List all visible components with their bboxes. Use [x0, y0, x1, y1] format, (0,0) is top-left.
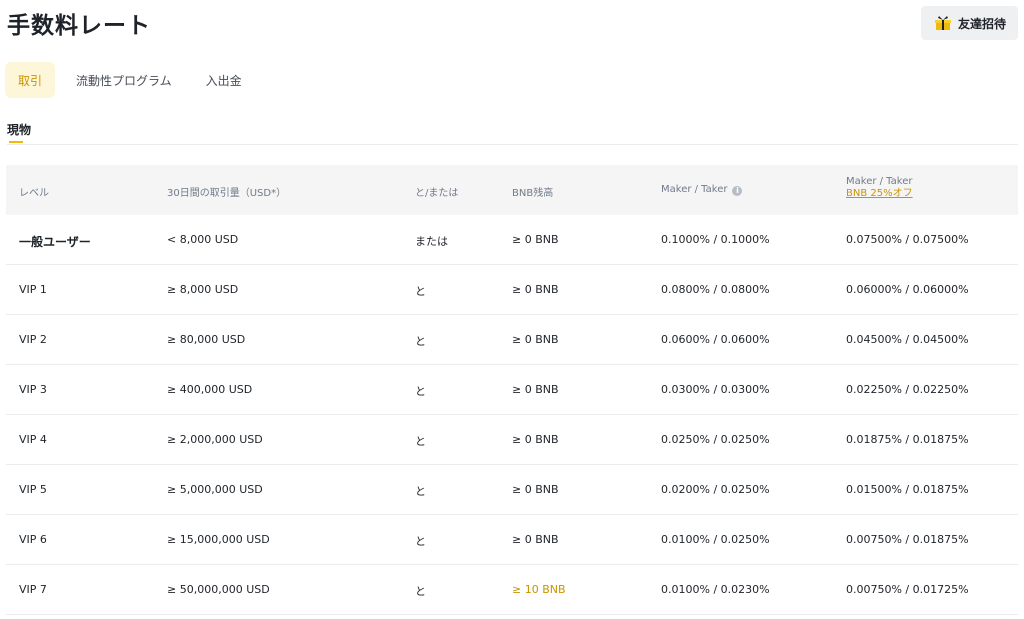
maker-taker-bnb-cell: 0.00750% / 0.01725% [846, 583, 969, 596]
table-row: VIP 3 ≥ 400,000 USD と ≥ 0 BNB 0.0300% / … [6, 365, 1018, 415]
level-cell: VIP 6 [19, 533, 47, 546]
maker-taker-cell: 0.0250% / 0.0250% [661, 433, 770, 446]
bnb-discount-link[interactable]: BNB 25%オフ [846, 188, 913, 200]
header-maker-taker-label: Maker / Taker [661, 184, 728, 195]
header-maker-taker-bnb: Maker / Taker BNB 25%オフ [846, 176, 913, 200]
volume-cell: < 8,000 USD [167, 233, 239, 246]
volume-cell: ≥ 2,000,000 USD [167, 433, 263, 446]
invite-friends-button[interactable]: 友達招待 [920, 6, 1018, 40]
and-or-cell: と [415, 335, 426, 348]
table-row: VIP 1 ≥ 8,000 USD と ≥ 0 BNB 0.0800% / 0.… [6, 265, 1018, 315]
bnb-cell: ≥ 10 BNB [512, 583, 566, 596]
table-row: VIP 4 ≥ 2,000,000 USD と ≥ 0 BNB 0.0250% … [6, 415, 1018, 465]
header-bnb-balance: BNB残高 [512, 188, 554, 199]
table-row: VIP 2 ≥ 80,000 USD と ≥ 0 BNB 0.0600% / 0… [6, 315, 1018, 365]
volume-cell: ≥ 8,000 USD [167, 283, 239, 296]
level-cell: VIP 5 [19, 483, 47, 496]
volume-cell: ≥ 80,000 USD [167, 333, 246, 346]
fee-table: レベル 30日間の取引量（USD*） と/または BNB残高 Maker / T… [6, 165, 1018, 615]
level-cell: 一般ユーザー [19, 235, 91, 249]
info-icon[interactable]: i [732, 186, 743, 196]
and-or-cell: と [415, 385, 426, 398]
and-or-cell: または [415, 235, 448, 248]
gift-icon [934, 16, 951, 30]
maker-taker-cell: 0.0300% / 0.0300% [661, 383, 770, 396]
header-volume: 30日間の取引量（USD*） [167, 188, 287, 199]
bnb-cell: ≥ 0 BNB [512, 283, 559, 296]
table-row: VIP 5 ≥ 5,000,000 USD と ≥ 0 BNB 0.0200% … [6, 465, 1018, 515]
maker-taker-cell: 0.0200% / 0.0250% [661, 483, 770, 496]
level-cell: VIP 2 [19, 333, 47, 346]
subtab-spot[interactable]: 現物 [7, 121, 31, 138]
invite-button-label: 友達招待 [957, 16, 1006, 31]
subtab-active-indicator [9, 141, 23, 143]
page-title: 手数料レート [7, 13, 151, 39]
bnb-cell: ≥ 0 BNB [512, 333, 559, 346]
maker-taker-bnb-cell: 0.07500% / 0.07500% [846, 233, 969, 246]
bnb-cell: ≥ 0 BNB [512, 433, 559, 446]
volume-cell: ≥ 50,000,000 USD [167, 583, 270, 596]
maker-taker-cell: 0.0600% / 0.0600% [661, 333, 770, 346]
and-or-cell: と [415, 285, 426, 298]
level-cell: VIP 7 [19, 583, 47, 596]
table-row: VIP 6 ≥ 15,000,000 USD と ≥ 0 BNB 0.0100%… [6, 515, 1018, 565]
level-cell: VIP 4 [19, 433, 47, 446]
and-or-cell: と [415, 485, 426, 498]
bnb-cell: ≥ 0 BNB [512, 383, 559, 396]
table-row: VIP 7 ≥ 50,000,000 USD と ≥ 10 BNB 0.0100… [6, 565, 1018, 615]
maker-taker-bnb-cell: 0.00750% / 0.01875% [846, 533, 969, 546]
divider [7, 144, 1018, 145]
volume-cell: ≥ 5,000,000 USD [167, 483, 263, 496]
table-row: 一般ユーザー < 8,000 USD または ≥ 0 BNB 0.1000% /… [6, 215, 1018, 265]
table-header: レベル 30日間の取引量（USD*） と/または BNB残高 Maker / T… [6, 165, 1018, 215]
header-and-or: と/または [415, 188, 459, 199]
maker-taker-cell: 0.0800% / 0.0800% [661, 283, 770, 296]
maker-taker-bnb-cell: 0.01500% / 0.01875% [846, 483, 969, 496]
tab-trading[interactable]: 取引 [5, 62, 56, 98]
tab-deposit-withdraw[interactable]: 入出金 [193, 62, 255, 98]
bnb-cell: ≥ 0 BNB [512, 533, 559, 546]
header-level: レベル [19, 188, 49, 199]
maker-taker-bnb-cell: 0.01875% / 0.01875% [846, 433, 969, 446]
tab-bar: 取引 流動性プログラム 入出金 [5, 62, 255, 98]
maker-taker-bnb-cell: 0.04500% / 0.04500% [846, 333, 969, 346]
header-maker-taker: Maker / Taker i [661, 184, 743, 196]
maker-taker-cell: 0.1000% / 0.1000% [661, 233, 770, 246]
bnb-cell: ≥ 0 BNB [512, 483, 559, 496]
level-cell: VIP 1 [19, 283, 47, 296]
header-maker-taker-bnb-label: Maker / Taker [846, 176, 913, 187]
and-or-cell: と [415, 435, 426, 448]
volume-cell: ≥ 15,000,000 USD [167, 533, 270, 546]
tab-liquidity-program[interactable]: 流動性プログラム [63, 62, 185, 98]
level-cell: VIP 3 [19, 383, 47, 396]
maker-taker-cell: 0.0100% / 0.0250% [661, 533, 770, 546]
bnb-cell: ≥ 0 BNB [512, 233, 559, 246]
volume-cell: ≥ 400,000 USD [167, 383, 253, 396]
and-or-cell: と [415, 585, 426, 598]
maker-taker-cell: 0.0100% / 0.0230% [661, 583, 770, 596]
maker-taker-bnb-cell: 0.06000% / 0.06000% [846, 283, 969, 296]
and-or-cell: と [415, 535, 426, 548]
maker-taker-bnb-cell: 0.02250% / 0.02250% [846, 383, 969, 396]
